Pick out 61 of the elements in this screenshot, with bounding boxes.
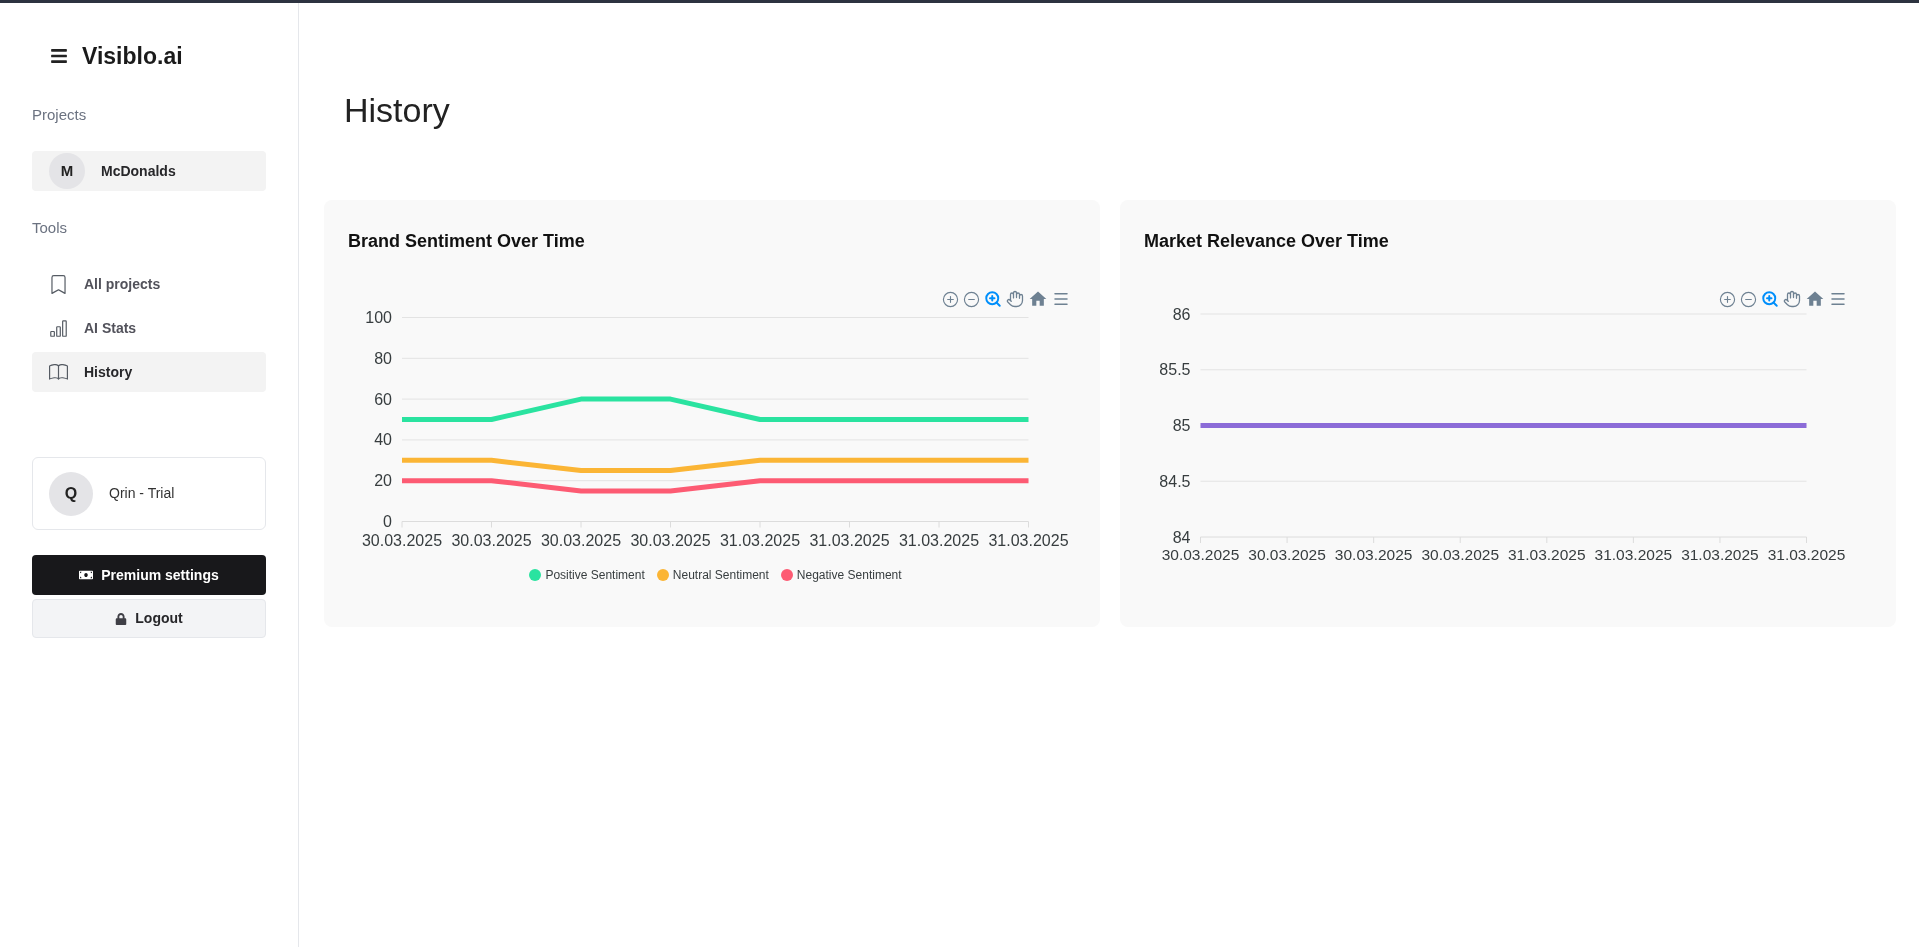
- x-axis-label: 31.03.2025: [1767, 546, 1846, 563]
- app-logo: Visiblo.ai: [82, 42, 183, 70]
- y-axis-label: 60: [374, 390, 392, 408]
- lock-icon: [115, 612, 128, 625]
- y-axis-label: 84.5: [1159, 472, 1191, 490]
- y-axis-label: 0: [383, 513, 392, 530]
- page-title: History: [344, 90, 450, 130]
- logout-button[interactable]: Logout: [32, 599, 266, 638]
- x-axis-label: 30.03.2025: [630, 531, 711, 549]
- x-axis-label: 30.03.2025: [1334, 546, 1413, 563]
- user-name: Qrin - Trial: [109, 484, 175, 503]
- legend-label[interactable]: Negative Sentiment: [796, 567, 902, 583]
- bar-chart-icon: [49, 318, 68, 338]
- project-avatar: M: [49, 153, 85, 189]
- nav-item[interactable]: History: [32, 352, 266, 392]
- legend-label[interactable]: Neutral Sentiment: [672, 567, 769, 583]
- x-axis-label: 30.03.2025: [1161, 546, 1240, 563]
- x-axis-label: 30.03.2025: [1421, 546, 1499, 563]
- home-icon[interactable]: [1028, 289, 1048, 309]
- y-axis-label: 20: [374, 472, 392, 490]
- x-axis-label: 31.03.2025: [1681, 546, 1759, 563]
- zoom-in-icon[interactable]: [1719, 290, 1736, 308]
- x-axis-label: 30.03.2025: [361, 531, 443, 549]
- y-axis-label: 84: [1172, 528, 1191, 546]
- zoom-out-icon[interactable]: [963, 290, 980, 308]
- banknote-icon: [79, 568, 94, 582]
- x-axis-label: 31.03.2025: [1594, 546, 1673, 563]
- x-axis-label: 31.03.2025: [988, 531, 1069, 549]
- user-avatar: Q: [49, 471, 93, 516]
- x-axis-label: 31.03.2025: [1508, 546, 1586, 563]
- zoom-icon[interactable]: [1761, 290, 1779, 308]
- home-icon[interactable]: [1805, 289, 1825, 309]
- legend-label[interactable]: Positive Sentiment: [545, 567, 645, 583]
- x-axis-label: 31.03.2025: [719, 531, 801, 549]
- premium-settings-button[interactable]: Premium settings: [32, 555, 266, 595]
- section-heading: Projects: [32, 105, 87, 125]
- project-item[interactable]: M McDonalds: [32, 151, 266, 191]
- y-axis-label: 85: [1172, 417, 1191, 434]
- y-axis-label: 40: [374, 431, 392, 449]
- chart-title: Brand Sentiment Over Time: [348, 230, 585, 253]
- chart-title: Market Relevance Over Time: [1144, 230, 1389, 253]
- zoom-in-icon[interactable]: [942, 290, 959, 308]
- section-heading: Tools: [32, 218, 68, 238]
- menu-icon[interactable]: [50, 47, 68, 65]
- x-axis-label: 31.03.2025: [809, 531, 890, 549]
- x-axis-label: 31.03.2025: [898, 531, 980, 549]
- zoom-out-icon[interactable]: [1740, 290, 1757, 308]
- bookmark-icon: [49, 274, 68, 294]
- x-axis-label: 30.03.2025: [1248, 546, 1326, 563]
- nav-item[interactable]: All projects: [32, 264, 266, 304]
- nav-item[interactable]: AI Stats: [32, 308, 266, 348]
- y-axis-label: 80: [374, 349, 392, 367]
- zoom-icon[interactable]: [984, 290, 1002, 308]
- y-axis-label: 85.5: [1159, 361, 1191, 379]
- y-axis-label: 86: [1172, 305, 1191, 323]
- x-axis-label: 30.03.2025: [540, 531, 622, 549]
- hand-icon[interactable]: [1783, 290, 1801, 308]
- book-icon: [49, 362, 68, 382]
- y-axis-label: 100: [365, 309, 392, 326]
- hand-icon[interactable]: [1006, 290, 1024, 308]
- x-axis-label: 30.03.2025: [451, 531, 532, 549]
